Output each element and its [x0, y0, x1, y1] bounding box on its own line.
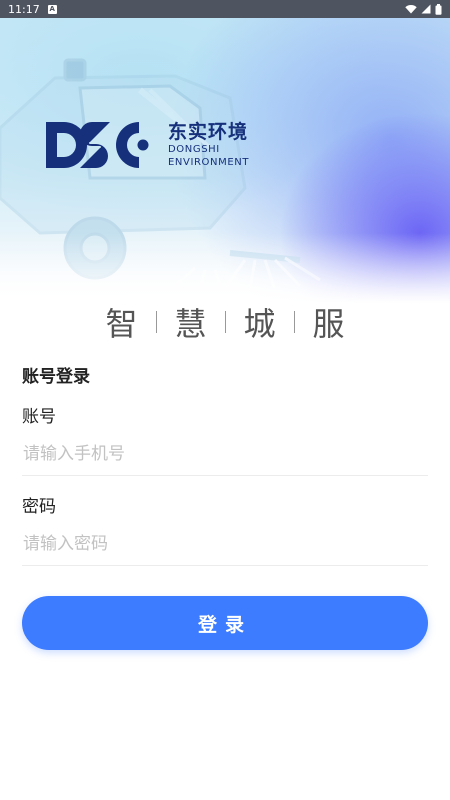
slogan-divider — [224, 311, 226, 333]
password-label: 密码 — [22, 497, 56, 517]
login-button[interactable]: 登录 — [22, 596, 428, 650]
slogan-char: 城 — [243, 305, 276, 343]
brand-name-cn: 东实环境 — [168, 121, 249, 143]
login-form: 账号登录 账号 密码 — [22, 362, 428, 566]
wifi-icon — [405, 5, 417, 14]
slogan-divider — [155, 311, 157, 333]
dsc-logo-mark — [46, 122, 149, 168]
login-title: 账号登录 — [22, 367, 90, 387]
slogan-char: 服 — [312, 305, 345, 343]
battery-icon — [435, 3, 442, 15]
account-input[interactable] — [22, 432, 428, 476]
slogan-char: 智 — [105, 305, 138, 343]
status-left: 11:17 A — [8, 3, 57, 16]
account-label: 账号 — [22, 407, 56, 427]
slogan-divider — [293, 311, 295, 333]
status-right — [405, 3, 442, 15]
brand-text: 东实环境 DONGSHI ENVIRONMENT — [168, 121, 249, 169]
status-time: 11:17 — [8, 2, 40, 16]
signal-icon — [421, 4, 431, 14]
brand-name-en-line2: ENVIRONMENT — [168, 157, 250, 168]
password-input[interactable] — [22, 522, 428, 566]
hero-fade — [0, 233, 450, 303]
brand-name-en-line1: DONGSHI — [168, 144, 220, 155]
slogan: 智 慧 城 服 — [0, 300, 450, 344]
status-bar: 11:17 A — [0, 0, 450, 18]
notification-app-icon: A — [47, 4, 57, 14]
brand-logo: 东实环境 DONGSHI ENVIRONMENT — [44, 118, 249, 172]
slogan-char: 慧 — [174, 305, 207, 343]
hero-banner: 东实环境 DONGSHI ENVIRONMENT — [0, 18, 450, 303]
